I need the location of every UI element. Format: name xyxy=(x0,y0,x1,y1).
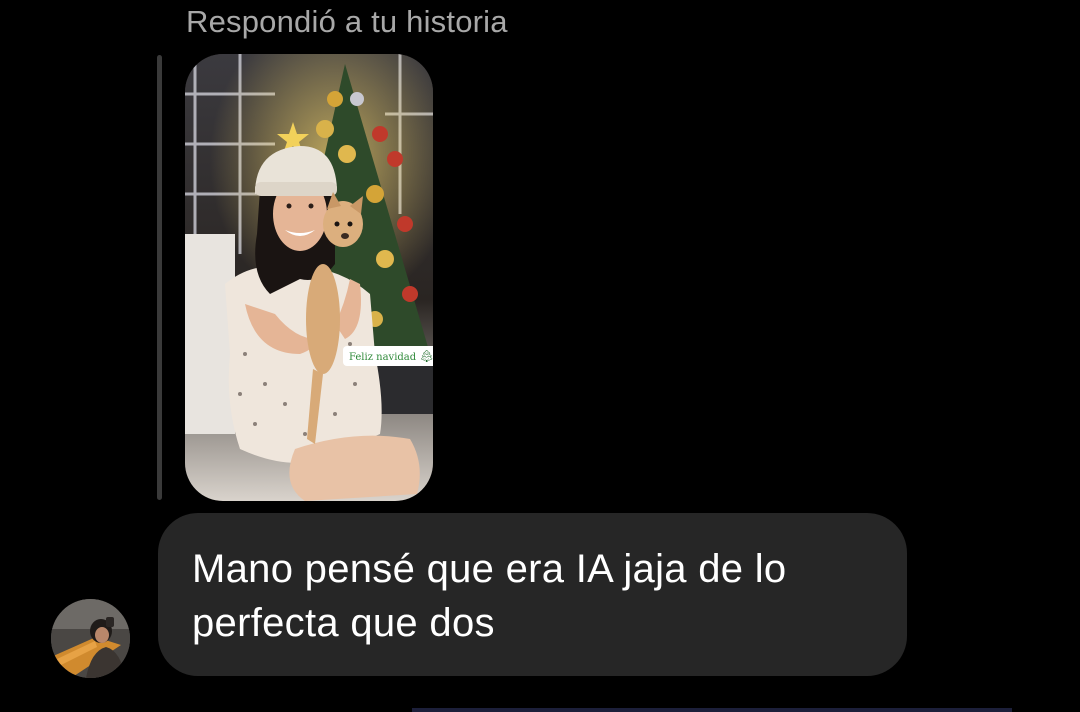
story-photo xyxy=(185,54,433,501)
reply-header: Respondió a tu historia xyxy=(186,4,508,39)
message-text: Mano pensé que era IA jaja de lo perfect… xyxy=(192,547,787,645)
message-bubble[interactable]: Mano pensé que era IA jaja de lo perfect… xyxy=(158,513,907,676)
story-thumbnail[interactable]: Feliz navidad 🌲︎ xyxy=(185,54,433,501)
christmas-tree-icon: 🌲︎ xyxy=(419,349,433,363)
reply-quote-bar xyxy=(157,55,162,500)
feliz-navidad-sticker: Feliz navidad 🌲︎ xyxy=(343,346,433,366)
profile-avatar-icon xyxy=(51,599,130,678)
sticker-label: Feliz navidad xyxy=(349,352,417,363)
bottom-accent-strip xyxy=(412,708,1012,712)
sender-avatar[interactable] xyxy=(51,599,130,678)
